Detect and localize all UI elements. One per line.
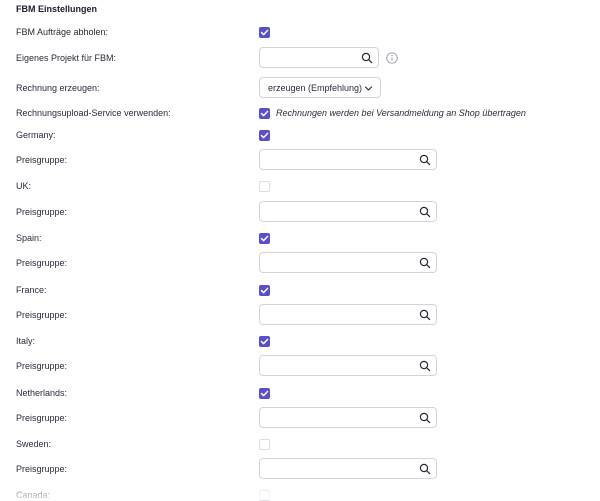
- section-title: FBM Einstellungen: [16, 4, 97, 14]
- country-0-preisgruppe-label: Preisgruppe:: [16, 155, 68, 165]
- search-icon[interactable]: [419, 412, 431, 424]
- country-1-preisgruppe-field[interactable]: [259, 201, 437, 222]
- country-2-preisgruppe-input[interactable]: [266, 254, 406, 272]
- country-3-checkbox[interactable]: [259, 285, 270, 296]
- country-3-preisgruppe-label: Preisgruppe:: [16, 310, 68, 320]
- check-icon: [260, 287, 269, 294]
- country-3-preisgruppe-field[interactable]: [259, 304, 437, 325]
- country-4-preisgruppe-label: Preisgruppe:: [16, 361, 68, 371]
- search-icon[interactable]: [419, 154, 431, 166]
- country-3-preisgruppe-input[interactable]: [266, 306, 406, 324]
- rechnungsupload-label: Rechnungsupload-Service verwenden:: [16, 108, 171, 118]
- country-4-preisgruppe-field[interactable]: [259, 355, 437, 376]
- rechnungsupload-checkbox[interactable]: [259, 108, 270, 119]
- country-0-label: Germany:: [16, 130, 56, 140]
- rechnung-label: Rechnung erzeugen:: [16, 83, 100, 93]
- country-5-label: Netherlands:: [16, 388, 68, 398]
- check-icon: [260, 29, 269, 36]
- country-2-label: Spain:: [16, 233, 42, 243]
- fbm-auftraege-checkbox[interactable]: [259, 27, 270, 38]
- country-7-label: Canada:: [16, 490, 51, 500]
- country-6-checkbox[interactable]: [259, 439, 270, 450]
- country-3-label: France:: [16, 285, 47, 295]
- country-5-preisgruppe-field[interactable]: [259, 407, 437, 428]
- eigenes-projekt-label: Eigenes Projekt für FBM:: [16, 53, 117, 63]
- check-icon: [260, 390, 269, 397]
- check-icon: [260, 110, 269, 117]
- search-icon[interactable]: [419, 360, 431, 372]
- search-icon[interactable]: [419, 206, 431, 218]
- country-1-checkbox[interactable]: [259, 181, 270, 192]
- search-icon[interactable]: [361, 52, 373, 64]
- country-0-checkbox[interactable]: [259, 130, 270, 141]
- country-0-preisgruppe-input[interactable]: [266, 151, 406, 169]
- country-2-checkbox[interactable]: [259, 233, 270, 244]
- search-icon[interactable]: [419, 463, 431, 475]
- country-2-preisgruppe-field[interactable]: [259, 252, 437, 273]
- check-icon: [260, 338, 269, 345]
- country-6-preisgruppe-field[interactable]: [259, 458, 437, 479]
- country-5-preisgruppe-label: Preisgruppe:: [16, 413, 68, 423]
- country-1-label: UK:: [16, 181, 32, 191]
- rechnung-selected-value: erzeugen (Empfehlung): [268, 83, 363, 93]
- country-7-checkbox[interactable]: [259, 490, 270, 501]
- check-icon: [260, 235, 269, 242]
- country-6-preisgruppe-label: Preisgruppe:: [16, 464, 68, 474]
- country-0-preisgruppe-field[interactable]: [259, 149, 437, 170]
- country-4-preisgruppe-input[interactable]: [266, 357, 406, 375]
- country-5-checkbox[interactable]: [259, 388, 270, 399]
- country-2-preisgruppe-label: Preisgruppe:: [16, 258, 68, 268]
- country-4-checkbox[interactable]: [259, 336, 270, 347]
- info-icon[interactable]: [386, 52, 398, 64]
- search-icon[interactable]: [419, 257, 431, 269]
- country-6-preisgruppe-input[interactable]: [266, 460, 406, 478]
- eigenes-projekt-field[interactable]: [259, 47, 379, 68]
- rechnung-select[interactable]: erzeugen (Empfehlung): [259, 77, 381, 98]
- bottom-fade: [0, 480, 600, 500]
- country-4-label: Italy:: [16, 336, 36, 346]
- chevron-down-icon: [364, 86, 373, 91]
- fbm-auftraege-label: FBM Aufträge abholen:: [16, 27, 109, 37]
- country-5-preisgruppe-input[interactable]: [266, 409, 406, 427]
- rechnungsupload-note: Rechnungen werden bei Versandmeldung an …: [276, 108, 526, 118]
- country-1-preisgruppe-input[interactable]: [266, 203, 406, 221]
- check-icon: [260, 132, 269, 139]
- search-icon[interactable]: [419, 309, 431, 321]
- eigenes-projekt-input[interactable]: [266, 49, 356, 67]
- country-1-preisgruppe-label: Preisgruppe:: [16, 207, 68, 217]
- country-6-label: Sweden:: [16, 439, 52, 449]
